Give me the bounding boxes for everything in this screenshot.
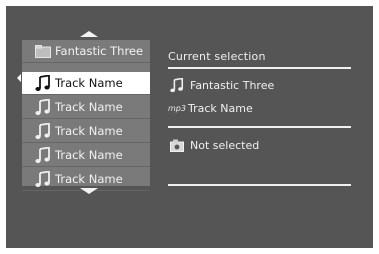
folder-row[interactable]: Fantastic Three: [22, 40, 150, 63]
device-icon: [168, 137, 186, 153]
track-name: Track Name: [55, 172, 123, 186]
track-row[interactable]: Track Name: [22, 120, 150, 143]
track-row[interactable]: Track Name: [22, 96, 150, 119]
status-text: Not selected: [190, 138, 260, 152]
music-note-icon: [33, 121, 53, 141]
mp3-icon: mp3: [168, 104, 186, 113]
track-name: Track Name: [55, 100, 123, 114]
album-info: Fantastic Three: [168, 77, 274, 93]
folder-icon: [33, 41, 53, 61]
track-list: Fantastic Three Track Name Track Name Tr…: [22, 40, 150, 191]
scroll-up-arrow-icon[interactable]: [80, 31, 98, 37]
music-note-icon: [33, 73, 53, 93]
track-row-selected[interactable]: Track Name: [22, 72, 150, 95]
music-note-icon: [168, 77, 186, 93]
selection-marker-icon: [17, 74, 21, 82]
track-name: Track Name: [55, 124, 123, 138]
folder-name: Fantastic Three: [55, 44, 144, 58]
album-name: Fantastic Three: [190, 78, 275, 92]
track-info: mp3 Track Name: [168, 102, 253, 115]
music-note-icon: [33, 145, 53, 165]
device-status: Not selected: [168, 137, 259, 153]
music-note-icon: [33, 97, 53, 117]
panel-title: Current selection: [168, 50, 266, 63]
track-name: Track Name: [55, 148, 123, 162]
track-row[interactable]: Track Name: [22, 144, 150, 167]
divider: [168, 184, 351, 186]
divider: [168, 126, 351, 128]
track-name: Track Name: [188, 102, 253, 115]
scroll-down-arrow-icon[interactable]: [80, 188, 98, 194]
media-browser-screen: Fantastic Three Track Name Track Name Tr…: [6, 6, 373, 248]
track-name: Track Name: [55, 76, 123, 90]
music-note-icon: [33, 169, 53, 189]
divider: [168, 67, 351, 69]
